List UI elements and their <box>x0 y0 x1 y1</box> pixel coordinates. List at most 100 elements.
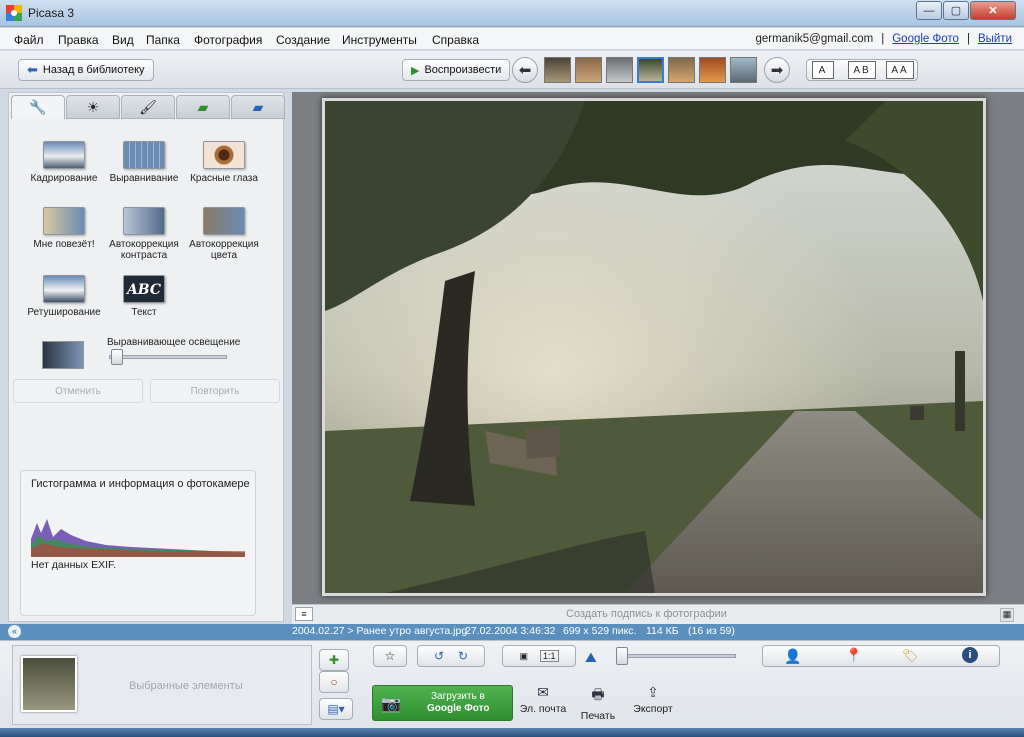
filmstrip-thumb[interactable] <box>699 57 726 83</box>
red-eye-tool[interactable]: Красные глаза <box>185 141 263 184</box>
play-icon: ▶ <box>411 64 420 77</box>
export-icon: ⇪ <box>647 684 659 700</box>
trash-icon[interactable]: ▦ <box>1000 608 1014 622</box>
photo-date: 27.02.2004 3:46:32 <box>465 625 556 637</box>
font-medium-button[interactable]: AB <box>848 61 876 79</box>
print-button[interactable]: 🖶 Печать <box>570 684 626 722</box>
logout-link[interactable]: Выйти <box>978 33 1012 45</box>
menu-create[interactable]: Создание <box>276 33 330 47</box>
menu-help[interactable]: Справка <box>432 33 479 47</box>
next-icon: ➡ <box>770 62 784 79</box>
exif-status: Нет данных EXIF. <box>31 559 117 571</box>
menu-photo[interactable]: Фотография <box>194 33 262 47</box>
windows-taskbar <box>0 728 1024 737</box>
close-button[interactable]: ✕ <box>970 1 1016 20</box>
prev-photo-button[interactable]: ⬅ <box>512 57 538 83</box>
auto-color-label: Автокоррекция цвета <box>189 239 259 261</box>
arrow-left-icon: ⬅ <box>27 62 38 77</box>
tab-effects-1[interactable]: 🖌 <box>121 95 175 119</box>
filmstrip-thumb-selected[interactable] <box>637 57 664 83</box>
upload-label-line1: Загрузить в <box>431 691 485 702</box>
separator: | <box>966 33 970 45</box>
histogram-panel: Гистограмма и информация о фотокамере Не… <box>20 470 256 616</box>
filmstrip-thumb[interactable] <box>544 57 571 83</box>
filmstrip-thumb[interactable] <box>606 57 633 83</box>
actual-size-icon[interactable]: 1:1 <box>540 650 559 662</box>
google-photos-link[interactable]: Google Фото <box>892 33 959 45</box>
eye-icon <box>203 141 245 169</box>
next-photo-button[interactable]: ➡ <box>764 57 790 83</box>
caption-input[interactable]: Создать подпись к фотографии <box>566 608 727 620</box>
fill-light-slider-thumb[interactable] <box>111 349 124 365</box>
email-button[interactable]: ✉ Эл. почта <box>515 684 571 715</box>
filmstrip-thumb[interactable] <box>730 57 757 83</box>
collapse-icon[interactable]: « <box>8 625 21 638</box>
menu-tools[interactable]: Инструменты <box>342 33 417 47</box>
font-small-button[interactable]: A <box>812 61 834 79</box>
picasa-logo-icon <box>6 5 22 21</box>
retouch-icon <box>43 275 85 303</box>
tab-effects-2[interactable]: ▰ <box>176 95 230 119</box>
title-bar: Picasa 3 — ▢ ✕ <box>0 0 1024 27</box>
back-label: Назад в библиотеку <box>42 64 145 76</box>
auto-contrast-tool[interactable]: Автокоррекция контраста <box>105 207 183 261</box>
main-photo[interactable] <box>322 98 986 596</box>
text-tool[interactable]: ABC Текст <box>105 275 183 318</box>
bottom-tray: Выбранные элементы ✚ ○ ▤▾ ☆ ↺ ↻ ▣ 1:1 ⛰ … <box>0 640 1024 728</box>
info-icon[interactable]: i <box>962 647 978 663</box>
crop-tool[interactable]: Кадрирование <box>25 141 103 184</box>
fill-light-slider-track[interactable] <box>109 355 227 359</box>
brush-icon: 🖌 <box>139 98 157 115</box>
menu-edit[interactable]: Правка <box>58 33 99 47</box>
rotate-right-icon[interactable]: ↻ <box>458 649 468 663</box>
upload-google-photos-button[interactable]: 📷 Загрузить в Google Фото <box>372 685 513 721</box>
clear-selection-button[interactable]: ○ <box>319 671 349 693</box>
straighten-tool[interactable]: Выравнивание <box>105 141 183 184</box>
green-pin-icon: ✚ <box>328 653 340 667</box>
zoom-slider-thumb[interactable] <box>616 647 628 665</box>
menu-file[interactable]: Файл <box>14 33 44 47</box>
printer-icon: 🖶 <box>591 686 605 702</box>
blue-brush-icon: ▰ <box>252 98 264 115</box>
person-icon[interactable]: 👤 <box>784 648 801 665</box>
fit-icon[interactable]: ▣ <box>519 651 528 662</box>
maximize-button[interactable]: ▢ <box>943 1 969 20</box>
tab-tuning[interactable]: ☀ <box>66 95 120 119</box>
menu-view[interactable]: Вид <box>112 33 134 47</box>
im-feeling-lucky-tool[interactable]: Мне повезёт! <box>25 207 103 250</box>
font-large-button[interactable]: AA <box>886 61 914 79</box>
export-button[interactable]: ⇪ Экспорт <box>625 684 681 715</box>
back-to-library-button[interactable]: ⬅ Назад в библиотеку <box>18 59 154 81</box>
hold-pin-button[interactable]: ✚ <box>319 649 349 671</box>
text-abc-icon: ABC <box>123 275 165 303</box>
star-button[interactable]: ☆ <box>373 645 407 667</box>
map-pin-icon[interactable]: 📍 <box>845 647 862 664</box>
retouch-tool[interactable]: Ретуширование <box>25 275 103 318</box>
auto-color-icon <box>203 207 245 235</box>
photo-path: 2004.02.27 > Ранее утро августа.jpg <box>292 625 468 637</box>
auto-contrast-icon <box>123 207 165 235</box>
menu-folder[interactable]: Папка <box>146 33 180 47</box>
auto-color-tool[interactable]: Автокоррекция цвета <box>185 207 263 261</box>
caption-toggle-icon[interactable]: ≡ <box>295 607 313 621</box>
filmstrip-thumb[interactable] <box>575 57 602 83</box>
album-icon: ▤▾ <box>327 702 345 716</box>
zoom-slider-track[interactable] <box>622 654 736 658</box>
rotate-left-icon[interactable]: ↺ <box>434 649 444 663</box>
prev-icon: ⬅ <box>518 62 532 79</box>
add-to-album-button[interactable]: ▤▾ <box>319 698 353 720</box>
play-slideshow-button[interactable]: ▶ Воспроизвести <box>402 59 511 81</box>
filmstrip-thumb[interactable] <box>668 57 695 83</box>
tag-icon[interactable]: 🏷 <box>902 648 919 664</box>
undo-button[interactable]: Отменить <box>13 379 143 403</box>
wrench-icon: 🔧 <box>29 99 47 115</box>
fill-light-label: Выравнивающее освещение <box>107 337 241 348</box>
selected-items-label: Выбранные элементы <box>129 680 243 692</box>
minimize-button[interactable]: — <box>916 1 942 20</box>
zoom-group: ▣ 1:1 <box>502 645 576 667</box>
tab-basic-fixes[interactable]: 🔧 <box>11 95 65 119</box>
retouch-label: Ретуширование <box>27 307 101 318</box>
tab-effects-3[interactable]: ▰ <box>231 95 285 119</box>
selected-photo-thumb[interactable] <box>21 656 77 712</box>
redo-button[interactable]: Повторить <box>150 379 280 403</box>
